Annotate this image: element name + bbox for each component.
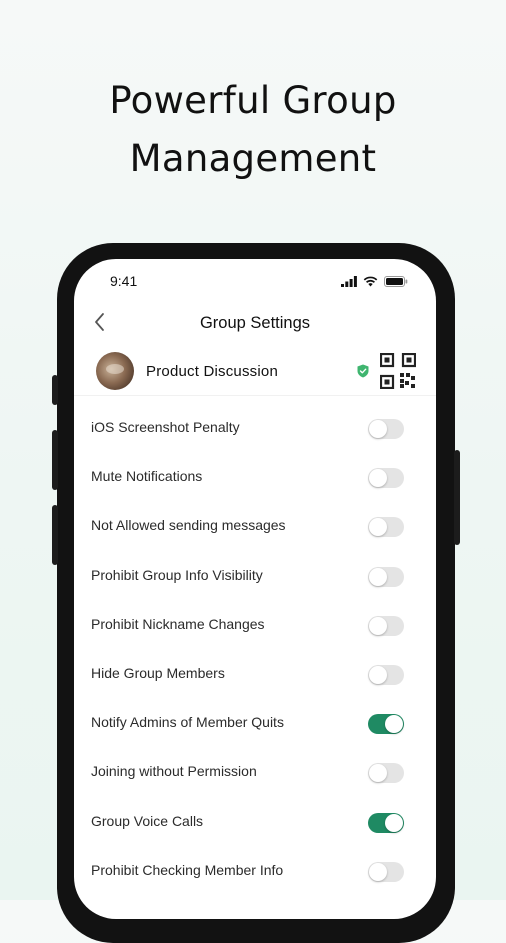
setting-row: Prohibit Group Info Visibility bbox=[74, 553, 436, 602]
status-bar: 9:41 bbox=[74, 259, 436, 303]
setting-row: Notify Admins of Member Quits bbox=[74, 700, 436, 749]
phone-screen: 9:41 Group Settings Product Discussion i… bbox=[74, 259, 436, 919]
nav-bar: Group Settings bbox=[74, 307, 436, 339]
promo-headline: Powerful Group Management bbox=[0, 72, 506, 188]
toggle-knob bbox=[369, 764, 387, 783]
setting-toggle[interactable] bbox=[368, 468, 404, 489]
setting-label: Not Allowed sending messages bbox=[91, 517, 286, 534]
status-time: 9:41 bbox=[110, 273, 138, 289]
phone-side-button bbox=[52, 430, 58, 490]
setting-label: Joining without Permission bbox=[91, 763, 257, 780]
setting-row: Group Voice Calls bbox=[74, 799, 436, 848]
cellular-signal-icon bbox=[341, 276, 357, 287]
toggle-knob bbox=[369, 665, 387, 684]
setting-toggle[interactable] bbox=[368, 812, 404, 833]
group-avatar bbox=[96, 352, 134, 390]
setting-row: Hide Group Members bbox=[74, 651, 436, 700]
setting-row: iOS Screenshot Penalty bbox=[74, 405, 436, 454]
setting-label: Mute Notifications bbox=[91, 468, 203, 485]
setting-row: Prohibit Nickname Changes bbox=[74, 602, 436, 651]
phone-side-button bbox=[52, 505, 58, 565]
toggle-knob bbox=[369, 616, 387, 635]
toggle-knob bbox=[369, 518, 387, 537]
status-icons bbox=[341, 276, 408, 287]
setting-label: Hide Group Members bbox=[91, 664, 225, 681]
toggle-knob bbox=[385, 715, 403, 734]
toggle-knob bbox=[369, 469, 387, 488]
phone-side-button bbox=[454, 450, 460, 545]
setting-row: Not Allowed sending messages bbox=[74, 503, 436, 552]
headline-line-1: Powerful Group bbox=[109, 79, 397, 122]
setting-toggle[interactable] bbox=[368, 517, 404, 538]
setting-label: Prohibit Checking Member Info bbox=[91, 861, 284, 878]
group-info-row[interactable]: Product Discussion bbox=[74, 349, 436, 396]
setting-label: Group Voice Calls bbox=[91, 812, 204, 829]
setting-row: Prohibit Checking Member Info bbox=[74, 848, 436, 897]
setting-toggle[interactable] bbox=[368, 566, 404, 587]
setting-toggle[interactable] bbox=[368, 714, 404, 735]
setting-toggle[interactable] bbox=[368, 861, 404, 882]
page-title: Group Settings bbox=[199, 314, 311, 332]
toggle-knob bbox=[369, 420, 387, 438]
qr-code-icon[interactable] bbox=[380, 353, 416, 389]
setting-label: Notify Admins of Member Quits bbox=[91, 714, 284, 731]
phone-side-button bbox=[52, 375, 58, 405]
setting-label: iOS Screenshot Penalty bbox=[91, 419, 240, 435]
setting-label: Prohibit Group Info Visibility bbox=[91, 566, 263, 583]
toggle-knob bbox=[369, 862, 387, 881]
setting-row: Joining without Permission bbox=[74, 749, 436, 798]
verified-shield-icon bbox=[357, 364, 369, 378]
setting-toggle[interactable] bbox=[368, 763, 404, 784]
battery-icon bbox=[384, 276, 408, 287]
toggle-knob bbox=[369, 567, 387, 586]
wifi-icon bbox=[363, 276, 378, 287]
settings-list: iOS Screenshot Penalty Mute Notifications… bbox=[74, 405, 436, 897]
setting-row: Mute Notifications bbox=[74, 454, 436, 503]
headline-line-2: Management bbox=[129, 137, 377, 180]
setting-toggle[interactable] bbox=[368, 664, 404, 685]
toggle-knob bbox=[385, 813, 403, 832]
setting-toggle[interactable] bbox=[368, 419, 404, 439]
setting-label: Prohibit Nickname Changes bbox=[91, 615, 265, 632]
setting-toggle[interactable] bbox=[368, 615, 404, 636]
group-name: Product Discussion bbox=[146, 363, 278, 380]
